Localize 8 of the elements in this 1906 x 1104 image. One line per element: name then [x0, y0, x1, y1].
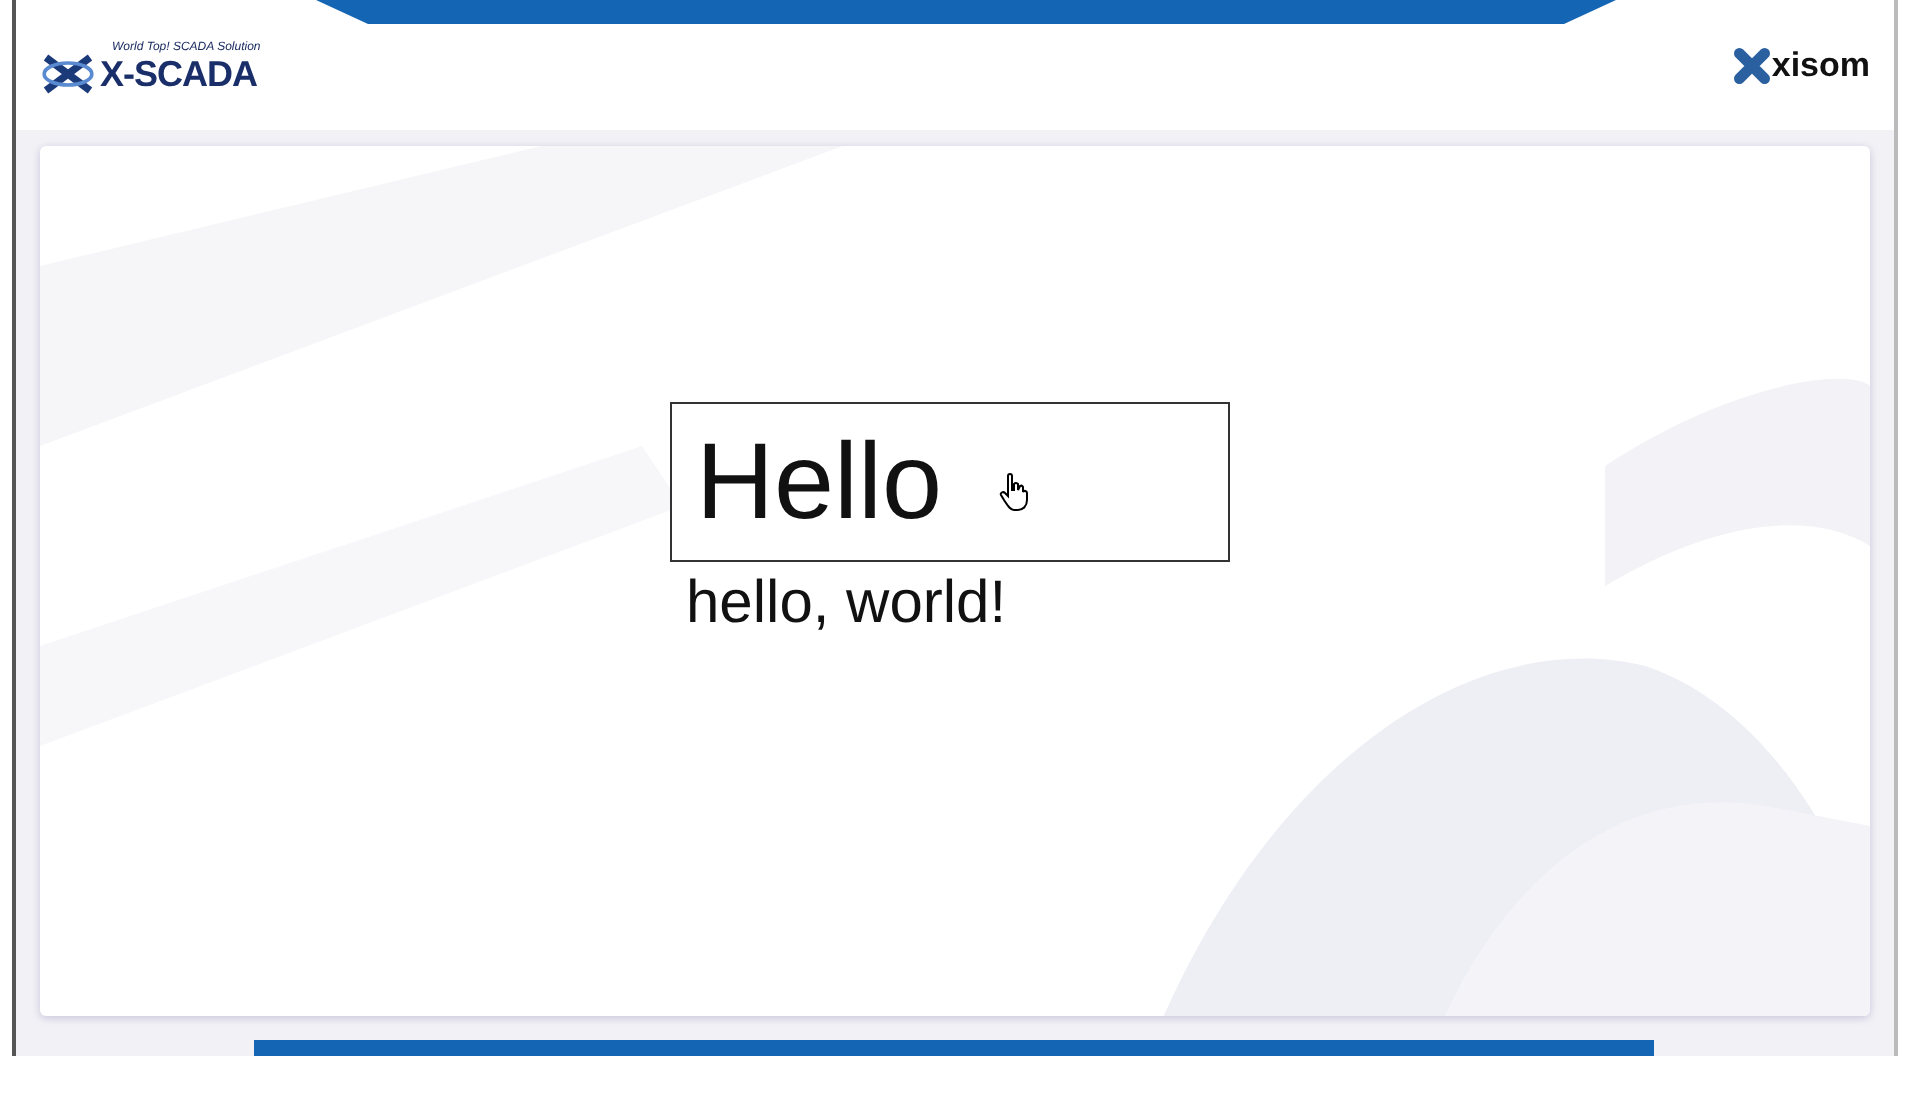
cross-logo-icon [1733, 47, 1770, 83]
brand-logo-text: xisom [1771, 45, 1870, 85]
message-text: hello, world! [686, 570, 1009, 638]
hello-box[interactable]: Hello [670, 402, 1230, 562]
hello-text: Hello [696, 420, 943, 544]
hand-cursor-icon [998, 472, 1031, 512]
logo-text: X-SCADA [100, 54, 260, 96]
star-logo-icon [40, 52, 96, 96]
